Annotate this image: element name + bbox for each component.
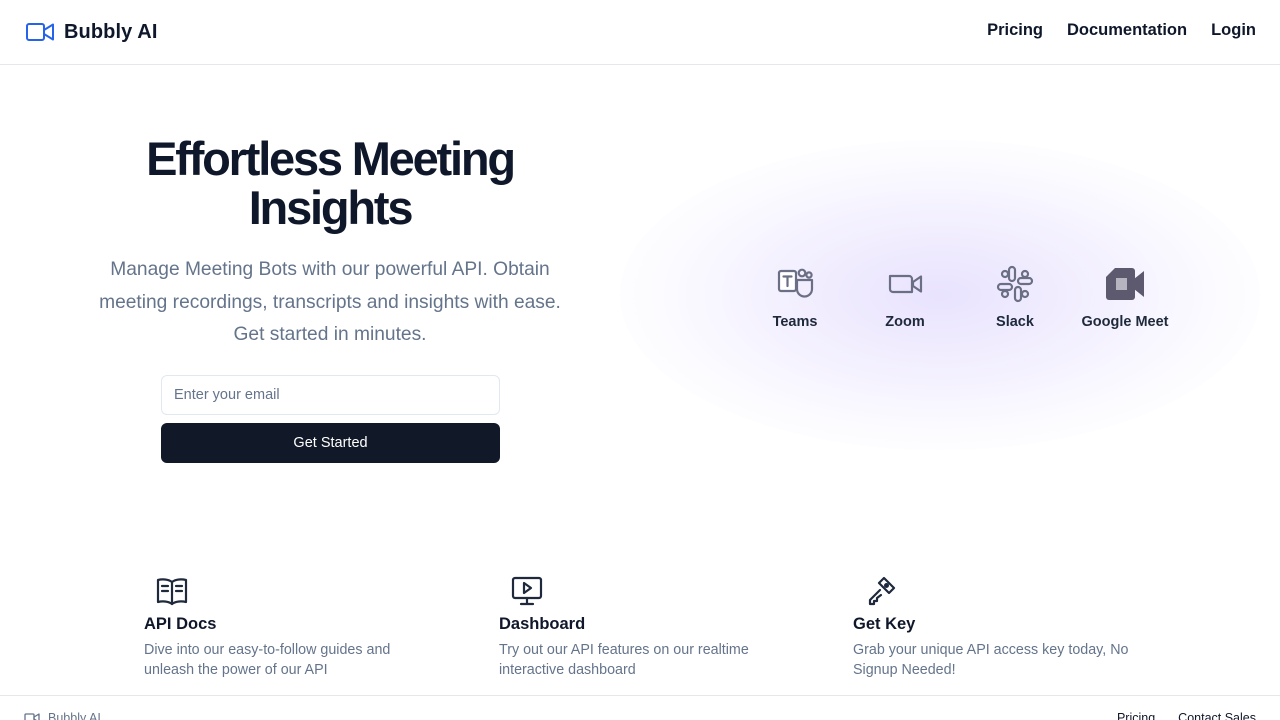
- feature-description: Grab your unique API access key today, N…: [853, 642, 1129, 678]
- platform-zoom: Zoom: [850, 264, 960, 330]
- platform-label: Teams: [772, 314, 818, 330]
- feature-title: Get Key: [853, 615, 916, 633]
- key-icon: [868, 576, 896, 606]
- feature-dashboard[interactable]: Dashboard Try out our API features on ou…: [499, 574, 789, 680]
- footer-link-contact-sales[interactable]: Contact Sales: [1178, 711, 1256, 720]
- feature-description: Try out our API features on our realtime…: [499, 642, 749, 678]
- video-camera-icon: [26, 23, 54, 41]
- platform-google-meet: Google Meet: [1070, 264, 1180, 330]
- platform-slack: Slack: [960, 264, 1070, 330]
- brand-name: Bubbly AI: [64, 20, 158, 43]
- hero-title-line-2: Insights: [248, 181, 414, 234]
- microsoft-teams-icon: [777, 268, 814, 298]
- zoom-icon: [888, 274, 923, 294]
- brand-link[interactable]: Bubbly AI: [25, 19, 158, 45]
- footer-brand[interactable]: Bubbly AI: [24, 711, 101, 720]
- feature-title: API Docs: [144, 615, 217, 633]
- feature-get-key[interactable]: Get Key Grab your unique API access key …: [853, 574, 1143, 680]
- monitor-play-icon: [511, 576, 543, 606]
- hero-title-line-1: Effortless Meeting: [146, 132, 516, 185]
- video-camera-icon: [24, 713, 40, 720]
- main-nav: Pricing Documentation Login: [963, 21, 1256, 40]
- feature-description: Dive into our easy-to-follow guides and …: [144, 642, 391, 678]
- google-meet-icon: [1106, 268, 1144, 300]
- footer-links: Pricing Contact Sales: [1094, 711, 1256, 720]
- get-started-button[interactable]: Get Started: [161, 423, 500, 463]
- platform-label: Slack: [996, 314, 1034, 330]
- footer-brand-name: Bubbly AI: [48, 711, 101, 720]
- nav-link-documentation[interactable]: Documentation: [1067, 21, 1187, 40]
- hero-title: Effortless Meeting Insights: [100, 134, 560, 232]
- open-book-icon: [156, 578, 188, 606]
- platform-label: Zoom: [885, 314, 925, 330]
- platform-teams: Teams: [740, 264, 850, 330]
- site-header: Bubbly AI Pricing Documentation Login: [0, 0, 1280, 65]
- footer-link-pricing[interactable]: Pricing: [1117, 711, 1155, 720]
- platform-integrations: Teams Zoom Slack Google Meet: [740, 264, 1180, 330]
- nav-link-login[interactable]: Login: [1211, 21, 1256, 40]
- site-footer: Bubbly AI Pricing Contact Sales: [0, 695, 1280, 720]
- feature-title: Dashboard: [499, 615, 586, 633]
- nav-link-pricing[interactable]: Pricing: [987, 21, 1043, 40]
- feature-api-docs[interactable]: API Docs Dive into our easy-to-follow gu…: [144, 574, 434, 680]
- email-input[interactable]: [161, 375, 500, 415]
- hero-subtitle: Manage Meeting Bots with our powerful AP…: [99, 259, 561, 345]
- slack-icon: [996, 265, 1034, 303]
- platform-label: Google Meet: [1081, 314, 1169, 330]
